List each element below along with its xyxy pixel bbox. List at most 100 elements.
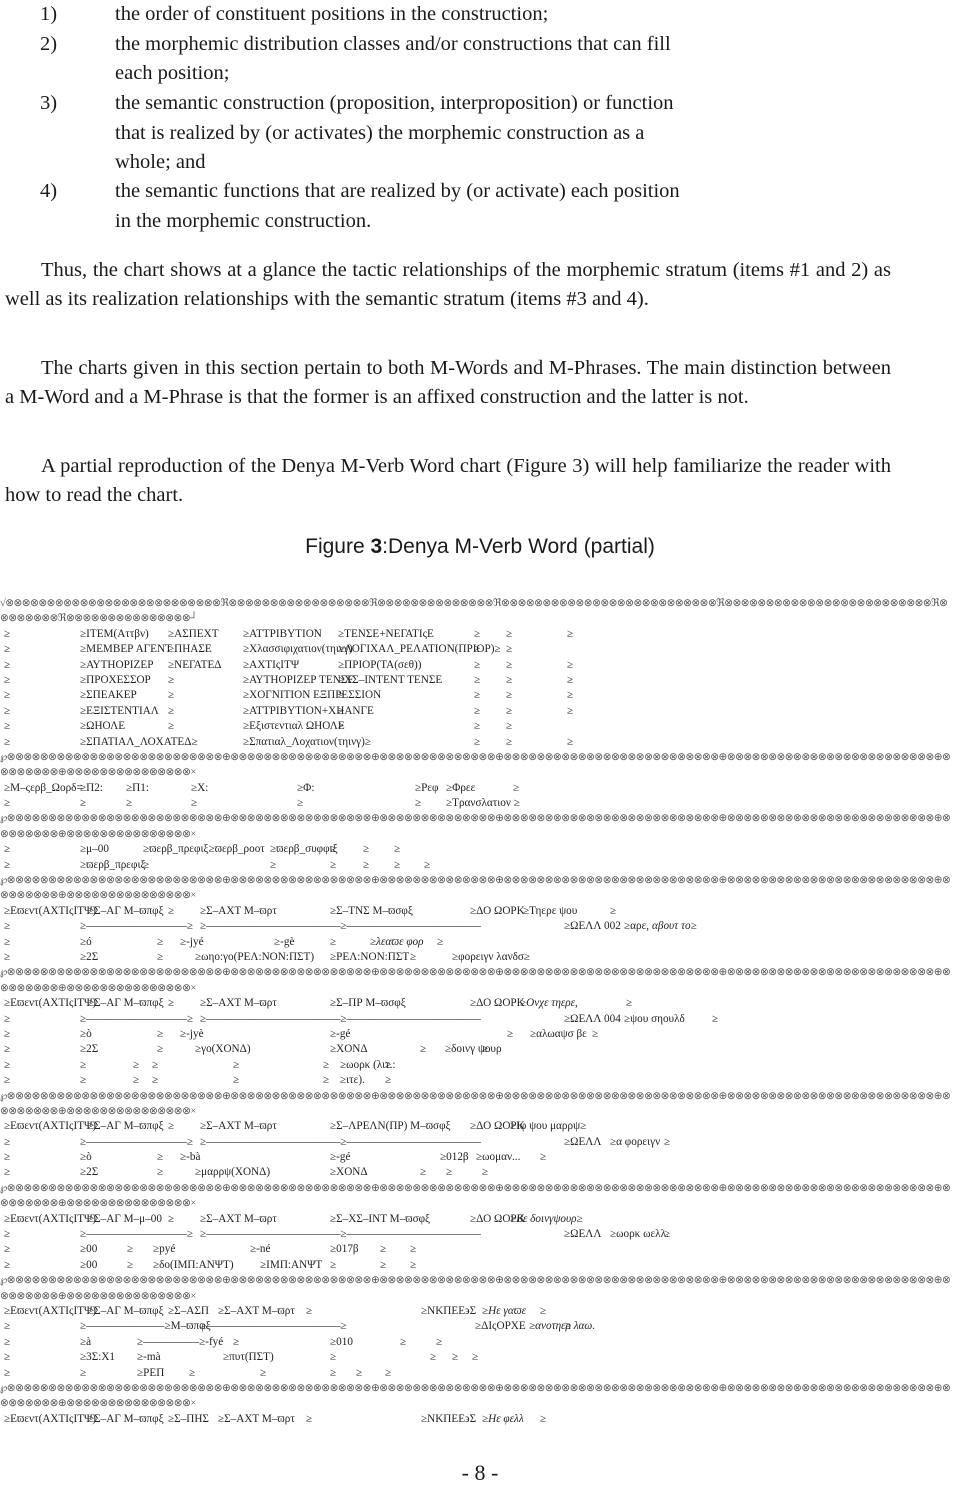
chart-cell: ≥δο(ΙΜΠ:ΑΝΨΤ) xyxy=(153,1258,234,1271)
chart-cell: ≥ΩΕΛΛ 002 xyxy=(564,920,621,933)
chart-row: ≥ ≥à ≥—————≥-fyé ≥ ≥010 ≥ ≥ xyxy=(0,1335,960,1350)
chart-cell: ≥ xyxy=(410,1258,417,1271)
chart-cell: ≥Βε δοινγψουρ≥ xyxy=(510,1212,583,1225)
chart-cell: ≥ xyxy=(437,935,444,948)
list-item-text: that is realized by (or activates) the m… xyxy=(115,121,645,144)
list-item-text: each position; xyxy=(115,62,230,84)
chart-cell: ≥λεαϖε φορ xyxy=(370,935,424,948)
chart-row: ≥ ≥ ≥ΡΕΠ ≥ ≥ ≥ ≥ ≥ xyxy=(0,1366,960,1381)
chart-cell: ≥Εϖεντ(ΑΧΤΙςΙΤΨ) xyxy=(4,904,97,917)
list-item-text: the morphemic distribution classes and/o… xyxy=(115,32,671,55)
chart-cell: ≥ xyxy=(4,1366,11,1379)
chart-cell: ≥ xyxy=(452,1351,459,1364)
chart-separator: ⊗⊗⊗⊗⊗⊗⊗⊕⊗⊗⊗⊗⊗⊗⊗⊗⊗⊗⊗⊗⊗⊗⊗× xyxy=(0,767,196,779)
paragraph-text: A partial reproduction of the Denya M-Ve… xyxy=(5,455,891,506)
chart-separator: ⊗⊗⊗⊗⊗⊗⊗⊕⊗⊗⊗⊗⊗⊗⊗⊗⊗⊗⊗⊗⊗⊗⊗× xyxy=(0,1198,196,1210)
chart-cell: ≥αλωαψσ βε xyxy=(530,1027,587,1040)
chart-cell: ≥Εξιστεντιαλ ΩΗΟΛΕ xyxy=(243,720,345,733)
chart-cell: ≥ιτε). xyxy=(340,1074,365,1087)
chart-cell: ≥Σ–ΠΡ Μ–ϖσφξ xyxy=(330,997,406,1010)
chart-separator: ℘⊗⊗⊗⊗⊗⊗⊗⊗⊗⊗⊗⊗⊗⊗⊗⊗⊗⊗⊗⊗⊗⊗⊗⊗⊗⊗⊕⊗⊗⊗⊗⊗⊗⊗⊗⊗⊗⊗⊗… xyxy=(0,813,951,825)
chart-cell: ≥012β xyxy=(440,1151,469,1164)
chart-cell: ≥ xyxy=(4,1043,11,1056)
chart-cell: ≥—————————≥ xyxy=(80,920,193,933)
chart-cell: ≥Ρεφ xyxy=(415,781,439,794)
chart-cell: ≥ xyxy=(4,1243,11,1256)
chart-header-row: ≥ ≥ΑΥΤΗΟΡΙΖΕΡ ≥ΝΕΓΑΤΕΔ ≥ΑΧΤΙςΙΤΨ ≥ΠΡΙΟΡ(ΤΑ(σ… xyxy=(0,658,960,673)
chart-cell: ≥———————≥Μ–ϖπφξ xyxy=(80,1320,211,1333)
chart-cell: ≥ xyxy=(474,643,481,656)
list-item-text: in the morphemic construction. xyxy=(115,209,372,232)
chart-cell: ≥ΑΤΤΡΙΒΥΤΙΟΝ xyxy=(243,627,322,640)
chart-row: ≥ ≥—————————≥ ≥————————————≥———————————— ≥Ω… xyxy=(0,1012,960,1027)
chart-cell: ≥—————————≥ xyxy=(80,1228,193,1241)
chart-row: ≥Μ–ςερβ_Ωορδ= ≥Π2: ≥Π1: ≥Χ: ≥Φ: ≥Ρεφ ≥Φρεε ≥ xyxy=(0,781,960,796)
chart-cell: ≥ΕΞΙΣΤΕΝΤΙΑΛ xyxy=(80,704,159,717)
chart-cell: ≥—————————≥ xyxy=(80,1012,193,1025)
chart-cell: ≥ xyxy=(4,1027,11,1040)
chart-cell: ≥2Σ xyxy=(80,950,99,963)
chart-cell: ≥ xyxy=(567,704,574,717)
chart-header-row: ≥ ≥ITEM(Aττβν) ≥ΑΣΠΕΧΤ ≥ΑΤΤΡΙΒΥΤΙΟΝ ≥ΤΕΝΣΕ+Ν… xyxy=(0,627,960,642)
chart-cell: ≥ xyxy=(168,673,175,686)
chart-cell: ≥Σ–ΑΓ Μ–ϖπφξ xyxy=(88,997,164,1010)
list-item-text: whole; and xyxy=(115,151,206,173)
chart-row: ≥ ≥—————————≥ ≥————————————≥———————————— ≥Ω… xyxy=(0,1227,960,1242)
chart-cell: ≥Σ–ΛΡΕΛΝ(ΠΡ) Μ–ϖσφξ xyxy=(330,1120,451,1133)
chart-cell: ≥ xyxy=(474,704,481,717)
chart-cell: ≥ xyxy=(270,858,277,871)
chart-cell: ≥ΔΟ ΩΟΡΚ xyxy=(470,904,525,917)
chart-cell: ≥ xyxy=(385,1058,392,1071)
chart-cell: ≥Σ–ΧΣ–ΙΝΤ Μ–ϖσφξ xyxy=(330,1212,431,1225)
chart-cell: ≥ xyxy=(567,673,574,686)
chart-cell: ≥ xyxy=(474,658,481,671)
chart-cell: ≥pyé xyxy=(153,1243,176,1256)
chart-cell: ≥-né xyxy=(250,1243,271,1256)
chart-cell: ≥ xyxy=(80,1366,87,1379)
chart-cell: ≥ωομαν... xyxy=(476,1151,521,1164)
chart-cell: ≥Σ–ΑΧΤ Μ–ϖρτ xyxy=(200,997,277,1010)
chart-cell: ≥ xyxy=(80,797,87,810)
chart-cell: ≥Χλασσιφιχατιον(τηινγ) xyxy=(243,643,353,656)
chart-cell: ≥ó xyxy=(80,935,92,948)
chart-cell: ≥ xyxy=(506,735,513,748)
chart-separator: ℘⊗⊗⊗⊗⊗⊗⊗⊗⊗⊗⊗⊗⊗⊗⊗⊗⊗⊗⊗⊗⊗⊗⊗⊗⊗⊗⊕⊗⊗⊗⊗⊗⊗⊗⊗⊗⊗⊗⊗… xyxy=(0,1182,951,1194)
chart-cell: ≥ xyxy=(567,658,574,671)
chart-cell: ≥ xyxy=(191,797,198,810)
chart-cell: ≥ xyxy=(446,1166,453,1179)
chart-cell: ≥ xyxy=(330,1366,337,1379)
chart-cell: ≥ xyxy=(380,1258,387,1271)
chart-cell: ≥ xyxy=(4,689,11,702)
chart-cell: ≥————————————≥ xyxy=(200,1320,347,1333)
chart-cell: ≥ xyxy=(4,1258,11,1271)
chart-cell: ≥ωορκ ωελλ. xyxy=(610,1228,669,1241)
chart-header-row: ≥ ≥ΠΡΟΧΕΣΣΟΡ ≥ ≥ΑΥΤΗΟΡΙΖΕΡ ΤΕΝΣΕ ≥ΧΣ–ΙΝΤΕΝΤ … xyxy=(0,673,960,688)
chart-separator: ⊗⊗⊗⊗⊗⊗⊗⊕⊗⊗⊗⊗⊗⊗⊗⊗⊗⊗⊗⊗⊗⊗⊗× xyxy=(0,1290,196,1302)
paragraph-text: Thus, the chart shows at a glance the ta… xyxy=(5,259,891,310)
chart-cell: ≥ xyxy=(4,627,11,640)
chart-cell: ≥φορειγν λανδσ≥ xyxy=(452,950,531,963)
chart-cell: ≥ xyxy=(380,1243,387,1256)
chart-cell: ≥ xyxy=(189,1366,196,1379)
chart-cell: ≥ανοτηερ λαω. xyxy=(529,1320,596,1333)
chart-cell: ≥ΑΥΤΗΟΡΙΖΕΡ xyxy=(80,658,154,671)
chart-cell: ≥ΔΟ ΩΟΡΚ xyxy=(470,997,525,1010)
chart-cell: ≥-bà xyxy=(180,1151,201,1164)
paragraph-charts-given: The charts given in this section pertain… xyxy=(5,354,891,412)
list-item-text: the semantic functions that are realized… xyxy=(115,180,680,202)
chart-cell: ≥00 xyxy=(80,1243,98,1256)
chart-cell: ≥ xyxy=(506,720,513,733)
chart-cell: ≥3Σ:Χ1 xyxy=(80,1351,116,1364)
chart-cell: ≥Εϖεντ(ΑΧΤΙςΙΤΨ) xyxy=(4,997,97,1010)
chart-cell: ≥ xyxy=(4,858,11,871)
chart-cell: ≥-jyè xyxy=(180,1027,204,1040)
chart-cell: ≥Σ–ΑΓ Μ–ϖπφξ xyxy=(88,1120,164,1133)
chart-row: ≥ ≥ ≥ ≥ ≥ ≥ ≥ιτε). ≥ xyxy=(0,1073,960,1088)
chart-cell: ≥Σ–ΑΣΠ xyxy=(168,1304,209,1317)
chart-cell: ≥ xyxy=(4,1166,11,1179)
chart-cell: ≥ xyxy=(168,689,175,702)
chart-separator: ⊗⊗⊗⊗⊗⊗⊗⊕⊗⊗⊗⊗⊗⊗⊗⊗⊗⊗⊗⊗⊗⊗⊗× xyxy=(0,982,196,994)
chart-cell: ≥ò xyxy=(80,1151,92,1164)
chart-cell: ≥ xyxy=(610,904,617,917)
chart-cell: ≥ΜΕΜΒΕΡ ΑΓΕΝΤ xyxy=(80,643,172,656)
